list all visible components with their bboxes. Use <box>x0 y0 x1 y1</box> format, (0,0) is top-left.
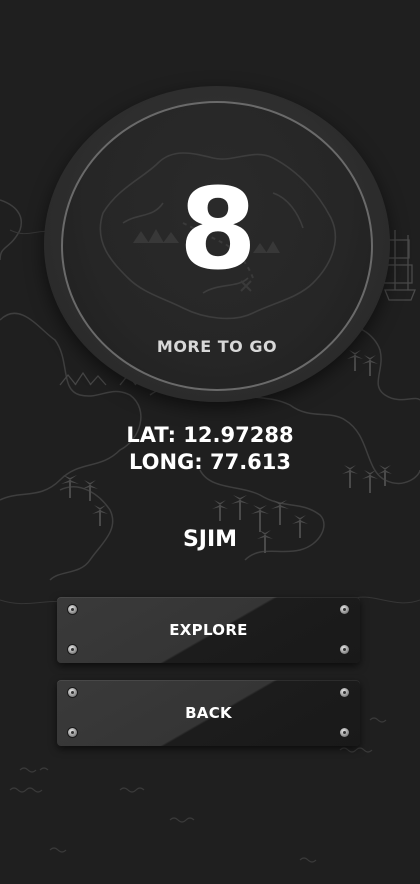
player-name: SJIM <box>182 527 238 552</box>
explore-button[interactable]: EXPLORE <box>57 597 360 663</box>
latitude-text: LAT: 12.97288 <box>126 423 294 447</box>
explore-button-label: EXPLORE <box>169 621 248 639</box>
back-button[interactable]: BACK <box>57 680 360 746</box>
back-button-label: BACK <box>185 704 232 722</box>
remaining-count: 8 <box>179 165 257 295</box>
remaining-label: MORE TO GO <box>156 337 278 356</box>
longitude-text: LONG: 77.613 <box>128 450 292 474</box>
location-coordinates: LAT: 12.97288 LONG: 77.613 <box>0 422 420 476</box>
